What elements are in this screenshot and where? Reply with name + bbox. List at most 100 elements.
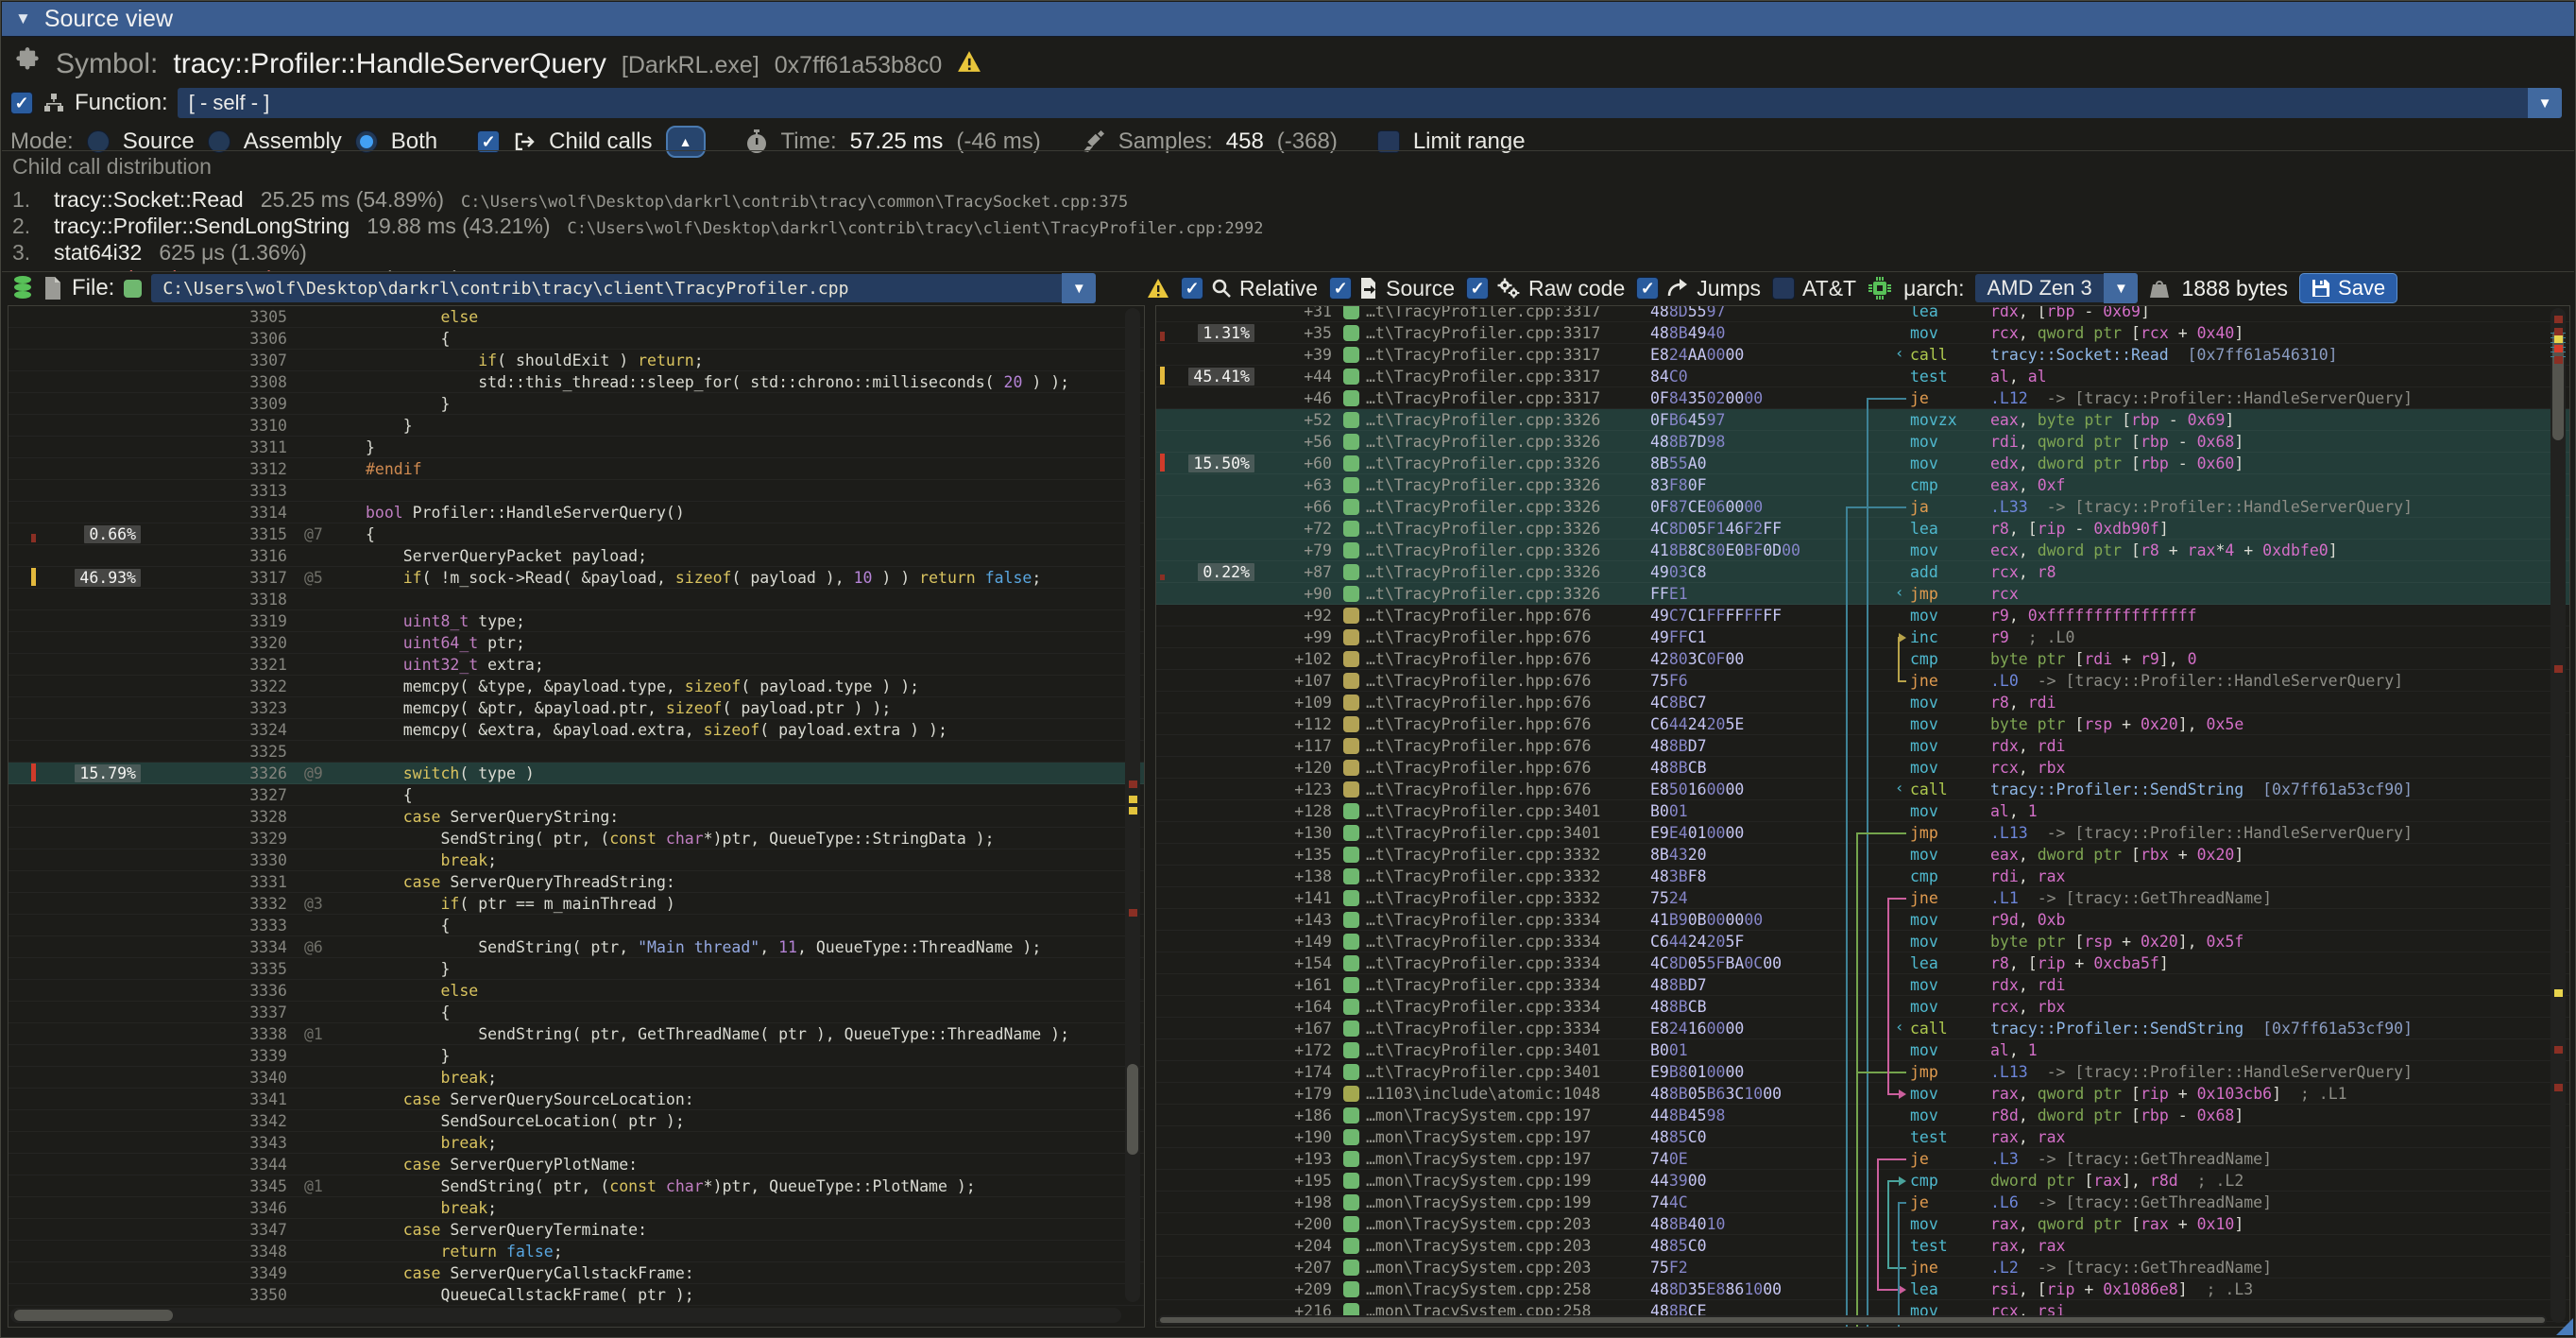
asm-row[interactable]: +138…t\TracyProfiler.cpp:3332483BF8cmprd… bbox=[1156, 866, 2569, 887]
asm-row[interactable]: +154…t\TracyProfiler.cpp:33344C8D055FBA0… bbox=[1156, 952, 2569, 974]
source-line[interactable]: 3337 { bbox=[9, 1002, 1144, 1023]
asm-row[interactable]: +190…mon\TracySystem.cpp:1974885C0testra… bbox=[1156, 1126, 2569, 1148]
asm-row[interactable]: 1.31%+35…t\TracyProfiler.cpp:3317488B494… bbox=[1156, 322, 2569, 344]
source-line[interactable]: 15.79%3326@9 switch( type ) bbox=[9, 763, 1144, 784]
source-line[interactable]: 3345@1 SendString( ptr, (const char*)ptr… bbox=[9, 1175, 1144, 1197]
function-combo-arrow-icon[interactable]: ▼ bbox=[2528, 88, 2562, 118]
source-line[interactable]: 3342 SendSourceLocation( ptr ); bbox=[9, 1110, 1144, 1132]
source-line[interactable]: 3344 case ServerQueryPlotName: bbox=[9, 1154, 1144, 1175]
source-line[interactable]: 3308 std::this_thread::sleep_for( std::c… bbox=[9, 371, 1144, 393]
source-line[interactable]: 3350 QueueCallstackFrame( ptr ); bbox=[9, 1284, 1144, 1306]
asm-row[interactable]: +128…t\TracyProfiler.cpp:3401B001moval, … bbox=[1156, 800, 2569, 822]
source-line[interactable]: 3348 return false; bbox=[9, 1241, 1144, 1262]
asm-row[interactable]: +112…t\TracyProfiler.hpp:676C64424205Emo… bbox=[1156, 713, 2569, 735]
relative-checkbox[interactable] bbox=[1181, 277, 1203, 300]
asm-row[interactable]: +143…t\TracyProfiler.cpp:333441B90B00000… bbox=[1156, 909, 2569, 931]
source-line[interactable]: 3343 break; bbox=[9, 1132, 1144, 1154]
source-line[interactable]: 3340 break; bbox=[9, 1067, 1144, 1089]
asm-row[interactable]: +130…t\TracyProfiler.cpp:3401E9E4010000j… bbox=[1156, 822, 2569, 844]
asm-row[interactable]: +52…t\TracyProfiler.cpp:33260FB64597movz… bbox=[1156, 409, 2569, 431]
source-line[interactable]: 3323 memcpy( &ptr, &payload.ptr, sizeof(… bbox=[9, 697, 1144, 719]
source-line[interactable]: 0.66%3315@7{ bbox=[9, 523, 1144, 545]
asm-row[interactable]: +31…t\TracyProfiler.cpp:3317488D5597lear… bbox=[1156, 305, 2569, 322]
source-line[interactable]: 3313 bbox=[9, 480, 1144, 502]
asm-row[interactable]: +63…t\TracyProfiler.cpp:332683F80Fcmpeax… bbox=[1156, 474, 2569, 496]
save-button[interactable]: Save bbox=[2299, 273, 2397, 303]
resize-grip[interactable] bbox=[2556, 1318, 2573, 1335]
asm-row[interactable]: +172…t\TracyProfiler.cpp:3401B001moval, … bbox=[1156, 1039, 2569, 1061]
source-line[interactable]: 3341 case ServerQuerySourceLocation: bbox=[9, 1089, 1144, 1110]
asm-row[interactable]: +161…t\TracyProfiler.cpp:3334488BD7movrd… bbox=[1156, 974, 2569, 996]
source-line[interactable]: 3325 bbox=[9, 741, 1144, 763]
asm-row[interactable]: +179…1103\include\atomic:1048488B05B63C1… bbox=[1156, 1083, 2569, 1105]
source-line[interactable]: 3314bool Profiler::HandleServerQuery() bbox=[9, 502, 1144, 523]
source-line[interactable]: 3305 else bbox=[9, 306, 1144, 328]
source-toggle[interactable]: Source bbox=[1329, 276, 1455, 301]
asm-row[interactable]: +174…t\TracyProfiler.cpp:3401E9B8010000j… bbox=[1156, 1061, 2569, 1083]
uarch-combo-arrow-icon[interactable]: ▼ bbox=[2104, 273, 2138, 303]
source-line[interactable]: 3312#endif bbox=[9, 458, 1144, 480]
source-line[interactable]: 3329 SendString( ptr, (const char*)ptr, … bbox=[9, 828, 1144, 849]
raw-code-checkbox[interactable] bbox=[1466, 277, 1489, 300]
asm-row[interactable]: +66…t\TracyProfiler.cpp:33260F87CE060000… bbox=[1156, 496, 2569, 518]
source-line[interactable]: 3307 if( shouldExit ) return; bbox=[9, 350, 1144, 371]
asm-row[interactable]: +149…t\TracyProfiler.cpp:3334C64424205Fm… bbox=[1156, 931, 2569, 952]
asm-row[interactable]: +117…t\TracyProfiler.hpp:676488BD7movrdx… bbox=[1156, 735, 2569, 757]
ccd-item[interactable]: 1. tracy::Socket::Read 25.25 ms (54.89%)… bbox=[12, 187, 2562, 214]
collapse-arrow-icon[interactable]: ▼ bbox=[15, 9, 31, 28]
asm-row[interactable]: +141…t\TracyProfiler.cpp:33327524jne.L1 … bbox=[1156, 887, 2569, 909]
assembly-vertical-scrollbar[interactable] bbox=[2550, 308, 2566, 1323]
source-horizontal-scrollbar[interactable] bbox=[10, 1308, 1121, 1323]
source-line[interactable]: 3349 case ServerQueryCallstackFrame: bbox=[9, 1262, 1144, 1284]
uarch-combo[interactable]: AMD Zen 3 ▼ bbox=[1975, 274, 2138, 302]
asm-row[interactable]: +164…t\TracyProfiler.cpp:3334488BCBmovrc… bbox=[1156, 996, 2569, 1018]
asm-row[interactable]: +92…t\TracyProfiler.hpp:67649C7C1FFFFFFF… bbox=[1156, 605, 2569, 626]
source-line[interactable]: 3327 { bbox=[9, 784, 1144, 806]
file-combo-arrow-icon[interactable]: ▼ bbox=[1062, 273, 1096, 303]
asm-row[interactable]: +186…mon\TracySystem.cpp:197448B4598movr… bbox=[1156, 1105, 2569, 1126]
source-line[interactable]: 3320 uint64_t ptr; bbox=[9, 632, 1144, 654]
source-line[interactable]: 3306 { bbox=[9, 328, 1144, 350]
source-line[interactable]: 3334@6 SendString( ptr, "Main thread", 1… bbox=[9, 936, 1144, 958]
source-line[interactable]: 3335 } bbox=[9, 958, 1144, 980]
asm-row[interactable]: +193…mon\TracySystem.cpp:197740Eje.L3 ->… bbox=[1156, 1148, 2569, 1170]
ccd-item[interactable]: 3. stat64i32 625 μs (1.36%) bbox=[12, 240, 2562, 266]
function-checkbox[interactable] bbox=[10, 92, 33, 114]
att-toggle[interactable]: AT&T bbox=[1772, 276, 1856, 301]
jumps-checkbox[interactable] bbox=[1636, 277, 1659, 300]
asm-row[interactable]: +120…t\TracyProfiler.hpp:676488BCBmovrcx… bbox=[1156, 757, 2569, 779]
asm-row[interactable]: +72…t\TracyProfiler.cpp:33264C8D05F146F2… bbox=[1156, 518, 2569, 540]
source-line[interactable]: 3321 uint32_t extra; bbox=[9, 654, 1144, 676]
relative-toggle[interactable]: Relative bbox=[1181, 276, 1318, 301]
source-line[interactable]: 3310 } bbox=[9, 415, 1144, 437]
asm-row[interactable]: 45.41%+44…t\TracyProfiler.cpp:331784C0te… bbox=[1156, 366, 2569, 387]
source-line[interactable]: 3316 ServerQueryPacket payload; bbox=[9, 545, 1144, 567]
att-checkbox[interactable] bbox=[1772, 277, 1795, 300]
asm-row[interactable]: +167…t\TracyProfiler.cpp:3334E824160000c… bbox=[1156, 1018, 2569, 1039]
source-line[interactable]: 3347 case ServerQueryTerminate: bbox=[9, 1219, 1144, 1241]
asm-row[interactable]: +90…t\TracyProfiler.cpp:3326FFE1jmprcx bbox=[1156, 583, 2569, 605]
titlebar[interactable]: ▼ Source view bbox=[2, 2, 2574, 37]
asm-row[interactable]: +46…t\TracyProfiler.cpp:33170F8435020000… bbox=[1156, 387, 2569, 409]
asm-row[interactable]: +198…mon\TracySystem.cpp:199744Cje.L6 ->… bbox=[1156, 1192, 2569, 1213]
source-line[interactable]: 3328 case ServerQueryString: bbox=[9, 806, 1144, 828]
asm-row[interactable]: +56…t\TracyProfiler.cpp:3326488B7D98movr… bbox=[1156, 431, 2569, 453]
source-line[interactable]: 3333 { bbox=[9, 915, 1144, 936]
asm-row[interactable]: +195…mon\TracySystem.cpp:199443900cmpdwo… bbox=[1156, 1170, 2569, 1192]
ccd-item[interactable]: 2. tracy::Profiler::SendLongString 19.88… bbox=[12, 214, 2562, 240]
source-line[interactable]: 3332@3 if( ptr == m_mainThread ) bbox=[9, 893, 1144, 915]
source-horizontal-scrollbar-thumb[interactable] bbox=[14, 1310, 173, 1321]
asm-row[interactable]: +209…mon\TracySystem.cpp:258488D35E88610… bbox=[1156, 1278, 2569, 1300]
source-line[interactable]: 3311} bbox=[9, 437, 1144, 458]
raw-code-toggle[interactable]: Raw code bbox=[1466, 276, 1625, 301]
asm-row[interactable]: 15.50%+60…t\TracyProfiler.cpp:33268B55A0… bbox=[1156, 453, 2569, 474]
asm-row[interactable]: +207…mon\TracySystem.cpp:20375F2jne.L2 -… bbox=[1156, 1257, 2569, 1278]
source-pane[interactable]: 3305 else3306 {3307 if( shouldExit ) ret… bbox=[8, 305, 1145, 1328]
asm-row[interactable]: +123…t\TracyProfiler.hpp:676E850160000ca… bbox=[1156, 779, 2569, 800]
source-line[interactable]: 3309 } bbox=[9, 393, 1144, 415]
asm-row[interactable]: +107…t\TracyProfiler.hpp:67675F6jne.L0 -… bbox=[1156, 670, 2569, 692]
source-line[interactable]: 3319 uint8_t type; bbox=[9, 610, 1144, 632]
function-combo[interactable]: [ - self - ] ▼ bbox=[178, 88, 2562, 118]
asm-row[interactable]: +135…t\TracyProfiler.cpp:33328B4320movea… bbox=[1156, 844, 2569, 866]
asm-row[interactable]: +102…t\TracyProfiler.hpp:67642803C0F00cm… bbox=[1156, 648, 2569, 670]
